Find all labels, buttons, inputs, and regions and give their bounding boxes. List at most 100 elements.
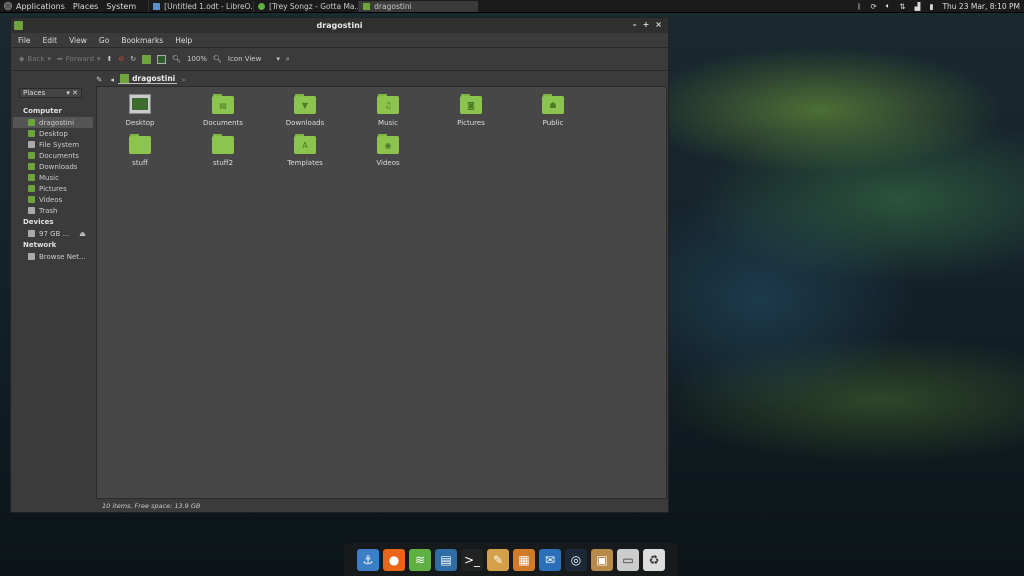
toggle-location-button[interactable]: ✎ bbox=[96, 75, 102, 84]
zoom-out-button[interactable]: 🔍︎ bbox=[172, 55, 181, 63]
writer-icon[interactable]: ▤ bbox=[435, 548, 457, 571]
videos-folder-icon: ◉ bbox=[377, 134, 399, 154]
file-item-downloads[interactable]: ▼ Downloads bbox=[275, 94, 335, 127]
menu-help[interactable]: Help bbox=[175, 36, 192, 45]
applications-menu[interactable]: Applications bbox=[0, 0, 69, 12]
file-item-videos[interactable]: ◉ Videos bbox=[358, 134, 418, 167]
computer-button[interactable] bbox=[157, 54, 167, 64]
view-mode-select[interactable]: Icon View ▾ bbox=[228, 55, 280, 63]
sidebar-item-documents[interactable]: Documents bbox=[13, 150, 93, 161]
sidebar-item-downloads[interactable]: Downloads bbox=[13, 161, 93, 172]
desktop-icon bbox=[129, 94, 151, 114]
search-button[interactable]: ⌕ bbox=[286, 55, 290, 64]
archive-icon[interactable]: ▣ bbox=[591, 548, 613, 571]
terminal-icon[interactable]: >_ bbox=[461, 548, 483, 571]
menu-view[interactable]: View bbox=[69, 36, 87, 45]
sidebar-item-filesystem[interactable]: File System bbox=[13, 139, 93, 150]
sidebar-item-network[interactable]: Browse Net... bbox=[13, 251, 93, 262]
file-name: Videos bbox=[376, 159, 400, 167]
spotify-icon bbox=[258, 2, 266, 10]
sidebar-item-videos[interactable]: Videos bbox=[13, 194, 93, 205]
stop-button[interactable]: ⊘ bbox=[118, 55, 124, 63]
network-icon[interactable]: ⇅ bbox=[899, 2, 905, 11]
sidebar-item-music[interactable]: Music bbox=[13, 172, 93, 183]
path-back-arrow[interactable]: ◂ bbox=[110, 75, 114, 84]
back-button[interactable]: ◆ Back ▾ bbox=[19, 55, 51, 63]
volume-icon[interactable]: 🔈︎ bbox=[886, 1, 891, 11]
path-crumb-current[interactable]: dragostini bbox=[118, 74, 178, 84]
task-file-manager[interactable]: dragostini bbox=[358, 0, 479, 12]
sidebar-item-pictures[interactable]: Pictures bbox=[13, 183, 93, 194]
chevron-right-icon: ▸ bbox=[182, 74, 187, 84]
sidebar-item-trash[interactable]: Trash bbox=[13, 205, 93, 216]
sidebar-item-label: File System bbox=[39, 140, 80, 149]
sidebar-item-desktop[interactable]: Desktop bbox=[13, 128, 93, 139]
file-name: Public bbox=[542, 119, 564, 127]
file-item-documents[interactable]: ▤ Documents bbox=[193, 94, 253, 127]
places-menu[interactable]: Places bbox=[69, 0, 102, 12]
zoom-in-button[interactable]: 🔍︎ bbox=[213, 55, 222, 63]
titlebar[interactable]: dragostini – + × bbox=[11, 18, 668, 33]
view-mode-label: Icon View bbox=[227, 55, 262, 63]
file-item-desktop[interactable]: Desktop bbox=[110, 94, 170, 127]
anchor-icon[interactable]: ⚓ bbox=[357, 548, 379, 571]
file-item-pictures[interactable]: ◙ Pictures bbox=[441, 94, 501, 127]
maximize-button[interactable]: + bbox=[643, 20, 650, 29]
task-spotify[interactable]: [Trey Songz - Gotta Ma... bbox=[253, 0, 358, 12]
trash-icon[interactable]: ♻ bbox=[643, 548, 665, 571]
computer-icon bbox=[157, 54, 167, 64]
home-button[interactable] bbox=[142, 54, 152, 64]
drive-icon[interactable]: ▭ bbox=[617, 548, 639, 571]
bluetooth-icon[interactable]: ᛒ bbox=[857, 2, 862, 11]
file-view[interactable]: Desktop ▤ Documents ▼ Downloads ♫ Music ◙ Pi… bbox=[96, 86, 667, 499]
spotify-icon[interactable]: ≋ bbox=[409, 548, 431, 571]
chevron-down-icon: ▾ bbox=[96, 55, 101, 63]
path-forward-arrow[interactable]: ▸ bbox=[182, 75, 186, 84]
firefox-icon[interactable]: ● bbox=[383, 548, 405, 571]
signal-icon[interactable]: ▟ bbox=[915, 2, 921, 11]
menu-file[interactable]: File bbox=[18, 36, 31, 45]
eject-icon[interactable]: ⏏ bbox=[79, 230, 86, 238]
close-button[interactable]: × bbox=[655, 20, 662, 29]
file-item-templates[interactable]: A Templates bbox=[275, 134, 335, 167]
reload-button[interactable]: ↻ bbox=[130, 55, 136, 63]
steam-icon[interactable]: ◎ bbox=[565, 548, 587, 571]
clapper-icon[interactable]: ▦ bbox=[513, 548, 535, 571]
paint-icon[interactable]: ✎ bbox=[487, 548, 509, 571]
file-item-stuff2[interactable]: stuff2 bbox=[193, 134, 253, 167]
home-folder-icon bbox=[142, 54, 152, 64]
menu-edit[interactable]: Edit bbox=[43, 36, 58, 45]
file-item-public[interactable]: ☗ Public bbox=[523, 94, 583, 127]
thunderbird-icon[interactable]: ✉ bbox=[539, 548, 561, 571]
file-item-stuff[interactable]: stuff bbox=[110, 134, 170, 167]
menu-bookmarks[interactable]: Bookmarks bbox=[121, 36, 163, 45]
section-network: Network bbox=[23, 241, 57, 249]
clock[interactable]: Thu 23 Mar, 8:10 PM bbox=[942, 2, 1020, 11]
places-combo[interactable]: Places ▾ ✕ bbox=[19, 88, 82, 98]
network-icon bbox=[28, 253, 35, 260]
battery-icon[interactable]: ▮ bbox=[929, 2, 933, 11]
task-libreoffice[interactable]: [Untitled 1.odt - LibreO... bbox=[148, 0, 254, 12]
sync-icon[interactable]: ⟳ bbox=[870, 2, 876, 11]
public-folder-icon: ☗ bbox=[542, 94, 564, 114]
templates-folder-icon: A bbox=[294, 134, 316, 154]
file-name: Templates bbox=[287, 159, 323, 167]
task-label: [Untitled 1.odt - LibreO... bbox=[164, 1, 254, 11]
file-name: Downloads bbox=[285, 119, 325, 127]
up-button[interactable]: ⬆ bbox=[106, 55, 112, 63]
file-name: Documents bbox=[203, 119, 243, 127]
minimize-button[interactable]: – bbox=[633, 20, 637, 29]
window-controls: – + × bbox=[633, 20, 662, 29]
menu-go[interactable]: Go bbox=[99, 36, 109, 45]
forward-label: Forward bbox=[65, 55, 94, 63]
file-item-music[interactable]: ♫ Music bbox=[358, 94, 418, 127]
sidebar-item-volume[interactable]: 97 GB ... ⏏ bbox=[13, 228, 93, 239]
folder-icon bbox=[212, 134, 234, 154]
forward-button[interactable]: ➡ Forward ▾ bbox=[57, 55, 101, 63]
applications-label: Applications bbox=[16, 1, 65, 11]
desktop-icon bbox=[28, 130, 35, 137]
system-menu[interactable]: System bbox=[102, 0, 140, 12]
menubar: File Edit View Go Bookmarks Help bbox=[11, 33, 668, 47]
sidebar-item-label: dragostini bbox=[39, 118, 75, 127]
sidebar-item-home[interactable]: dragostini bbox=[13, 117, 93, 128]
